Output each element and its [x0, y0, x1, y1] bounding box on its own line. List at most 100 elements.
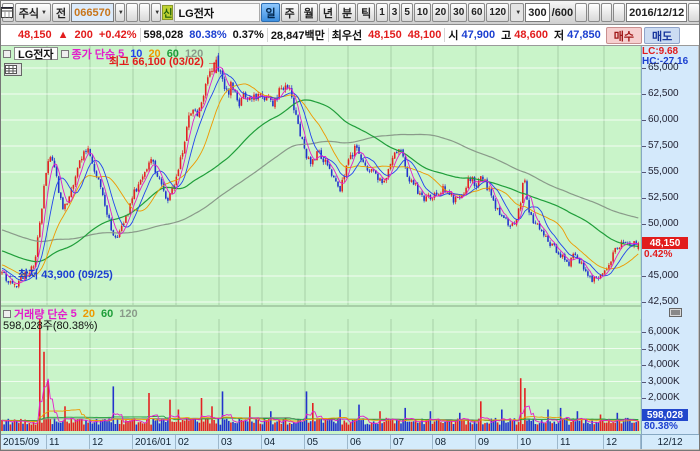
- price-tick-label: 55,000: [648, 166, 679, 177]
- prev-stock-button[interactable]: 전: [52, 3, 70, 22]
- settings-button[interactable]: [613, 3, 625, 22]
- current-price-axis-box: 48,150: [642, 237, 688, 249]
- volume-tick-label: 6,000K: [648, 326, 680, 337]
- toolbar-button-월[interactable]: 월: [300, 3, 318, 22]
- compare-chart-button[interactable]: [575, 3, 587, 22]
- toolbar-button-10[interactable]: 10: [414, 3, 431, 22]
- volume-tick-label: 4,000K: [648, 359, 680, 370]
- up-arrow-icon: ▲: [55, 29, 72, 41]
- volume-tick-label: 2,000K: [648, 392, 680, 403]
- low-label: 저: [551, 27, 567, 43]
- price-tick-label: 42,500: [648, 296, 679, 307]
- high-label: 고: [498, 27, 514, 43]
- price-analysis-button[interactable]: [4, 63, 22, 76]
- time-axis-label: 11: [47, 435, 90, 449]
- trade-amount: 28,847백만: [268, 27, 328, 43]
- time-axis-label: 04: [262, 435, 305, 449]
- toolbar-button-년[interactable]: 년: [319, 3, 337, 22]
- current-volume-pct: 80.38%: [644, 421, 678, 432]
- search-button[interactable]: [126, 3, 138, 22]
- current-volume-axis-box: 598,028: [642, 409, 688, 421]
- calendar-icon: [1, 7, 13, 18]
- volume-tick-label: 3,000K: [648, 376, 680, 387]
- time-axis-label: 2015/09: [1, 435, 47, 449]
- time-axis-label: 07: [391, 435, 433, 449]
- time-axis-label: 05: [305, 435, 348, 449]
- period-button-group: 일주월년분틱: [261, 3, 375, 22]
- stock-chart-window: 주식▼ 전 066570 ▼ ▼ 신 LG전자 일주월년분틱 135102030…: [0, 0, 700, 451]
- high-annotation: 최고 66,100 (03/02) →: [109, 53, 218, 69]
- time-axis-label: 11: [558, 435, 604, 449]
- time-axis-label: 06: [348, 435, 391, 449]
- chevron-down-icon: ▼: [515, 10, 521, 16]
- save-button[interactable]: [601, 3, 613, 22]
- toolbar-button-주[interactable]: 주: [281, 3, 299, 22]
- toolbar-button-30[interactable]: 30: [450, 3, 467, 22]
- buy-button[interactable]: 매수: [606, 27, 642, 44]
- current-price: 48,150: [15, 29, 55, 41]
- low-annotation: ←최저 43,900 (09/25): [7, 266, 113, 282]
- bar-count-input[interactable]: 300: [525, 3, 549, 22]
- time-axis-corner: 12/12: [641, 435, 698, 449]
- grid-icon: [5, 65, 17, 74]
- price-tick-label: 45,000: [648, 270, 679, 281]
- open-label: 시: [445, 27, 461, 43]
- best-quote-label: 최우선: [329, 27, 365, 43]
- price-tick-label: 52,500: [648, 192, 679, 203]
- asset-type-select[interactable]: 주식▼: [15, 3, 51, 22]
- sound-button[interactable]: [139, 3, 151, 22]
- legend-checkbox-icon[interactable]: [3, 50, 11, 58]
- chart-area[interactable]: LG전자 종가 단순 5102060120 최고 66,100 (03/02) …: [1, 46, 700, 434]
- toolbar-button-60[interactable]: 60: [468, 3, 485, 22]
- volume-ratio: 80.38%: [186, 29, 229, 41]
- stock-name-field[interactable]: LG전자: [174, 3, 260, 22]
- stock-code-input[interactable]: 066570: [71, 3, 114, 22]
- turnover-pct: 0.37%: [230, 29, 267, 41]
- asset-type-label: 주식: [19, 5, 39, 21]
- chevron-down-icon: ▼: [118, 10, 124, 16]
- best-bid: 48,100: [405, 29, 445, 41]
- price-tick-label: 62,500: [648, 88, 679, 99]
- volume-legend-period-60[interactable]: 60: [101, 308, 113, 320]
- date-input[interactable]: 2016/12/12: [626, 3, 687, 22]
- sell-button[interactable]: 매도: [644, 27, 680, 44]
- price-change-pct: +0.42%: [96, 29, 140, 41]
- toolbar-button-5[interactable]: 5: [401, 3, 413, 22]
- volume-tick-label: 5,000K: [648, 343, 680, 354]
- time-axis[interactable]: 2015/0911122016/010203040506070809101112…: [1, 434, 700, 449]
- volume-value: 598,028: [141, 29, 187, 41]
- quote-row: 48,150 ▲ 200 +0.42% 598,028 80.38% 0.37%…: [1, 25, 700, 46]
- chevron-down-icon: ▼: [41, 10, 47, 16]
- legend-checkbox-icon[interactable]: [61, 50, 69, 58]
- price-tick-label: 60,000: [648, 114, 679, 125]
- bar-count-total: /600: [551, 7, 574, 19]
- volume-legend-period-120[interactable]: 120: [119, 308, 137, 320]
- toolbar-button-틱[interactable]: 틱: [357, 3, 375, 22]
- time-axis-label: 09: [476, 435, 518, 449]
- calendar-button[interactable]: [688, 3, 700, 22]
- time-axis-label: 08: [433, 435, 476, 449]
- time-axis-label: 03: [219, 435, 262, 449]
- toolbar-button-3[interactable]: 3: [389, 3, 401, 22]
- volume-detail: 598,028주(80.38%): [3, 317, 98, 333]
- time-axis-label: 2016/01: [133, 435, 176, 449]
- high-price: 48,600: [514, 29, 551, 41]
- empty-select[interactable]: ▼: [510, 3, 524, 22]
- price-change: 200: [72, 29, 96, 41]
- pane-toggle-icon[interactable]: [669, 308, 682, 317]
- toolbar-button-120[interactable]: 120: [486, 3, 509, 22]
- code-dropdown-button[interactable]: ▼: [115, 3, 125, 22]
- price-tick-label: 57,500: [648, 140, 679, 151]
- current-price-pct: 0.42%: [644, 249, 672, 260]
- crosshair-tool-button[interactable]: [588, 3, 600, 22]
- volume-chart[interactable]: [1, 319, 641, 431]
- best-ask: 48,150: [365, 29, 405, 41]
- toolbar-button-분[interactable]: 분: [338, 3, 356, 22]
- toolbar-button-20[interactable]: 20: [432, 3, 449, 22]
- price-tick-label: 65,000: [648, 62, 679, 73]
- sound-dropdown-button[interactable]: ▼: [151, 3, 161, 22]
- toolbar-button-일[interactable]: 일: [261, 3, 279, 22]
- legend-stock-name[interactable]: LG전자: [14, 47, 58, 60]
- toolbar-button-1[interactable]: 1: [376, 3, 388, 22]
- open-price: 47,900: [462, 29, 499, 41]
